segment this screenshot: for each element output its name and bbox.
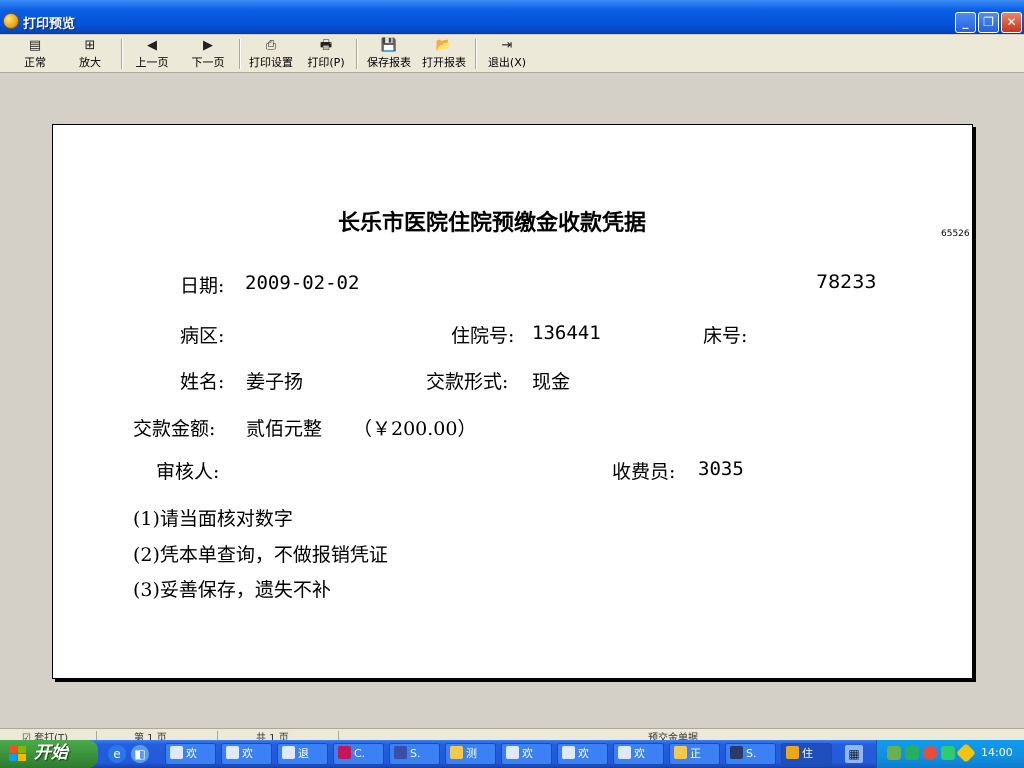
report-name: 预交金单据	[648, 733, 698, 740]
taskbar-item[interactable]: 欢	[613, 743, 664, 765]
pay-method-value: 现金	[532, 371, 571, 393]
status-divider	[338, 731, 339, 740]
exit-door-icon: ⇥	[501, 38, 513, 53]
network-icon[interactable]	[887, 746, 901, 760]
taskbar-item[interactable]: 欢	[221, 743, 272, 765]
reviewer-label: 审核人:	[156, 461, 220, 483]
update-icon[interactable]	[941, 746, 955, 760]
prev-page-button[interactable]: ◀ 上一页	[133, 38, 171, 70]
bed-label: 床号:	[703, 325, 748, 347]
taskbar-item[interactable]: C.	[333, 743, 384, 765]
window-icon	[282, 746, 295, 759]
security-icon[interactable]	[923, 746, 937, 760]
status-divider	[217, 731, 218, 740]
name-label: 姓名:	[180, 371, 225, 393]
date-value: 2009-02-02	[245, 272, 360, 294]
current-page-indicator: 第 1 页	[134, 733, 167, 740]
cashier-label: 收费员:	[612, 461, 676, 483]
serial-number: 78233	[816, 271, 877, 293]
window-title: 打印预览	[23, 17, 76, 32]
close-button[interactable]: ✕	[1001, 12, 1022, 33]
name-value: 姜子扬	[246, 371, 304, 393]
receipt-page: 长乐市医院住院预缴金收款凭据 65526 日期: 2009-02-02 7823…	[52, 124, 973, 679]
system-tray: 14:00	[876, 740, 1024, 768]
printer-icon: 🖶	[319, 38, 333, 53]
desktop-icon[interactable]: ◧	[131, 745, 149, 763]
app-icon	[338, 746, 351, 759]
toolbar-separator	[475, 39, 477, 69]
receipt-corner-number: 65526	[941, 229, 970, 239]
overprint-checkbox[interactable]: ☑ 套打(T)	[22, 729, 68, 740]
arrow-left-icon: ◀	[147, 38, 157, 53]
note-line: (3)妥善保存，遗失不补	[133, 579, 331, 601]
admission-value: 136441	[532, 322, 601, 344]
app-icon	[730, 746, 743, 759]
taskbar-item[interactable]: 正	[669, 743, 720, 765]
status-bar: ☑ 套打(T) 第 1 页 共 1 页 预交金单据	[0, 728, 1024, 740]
clock[interactable]: 14:00	[981, 746, 1013, 759]
open-report-button[interactable]: 📂 打开报表	[419, 38, 469, 70]
ward-label: 病区:	[180, 325, 225, 347]
toolbar: ▤ 正常 ⊞ 放大 ◀ 上一页 ▶ 下一页 ⎙ 打印设置 🖶 打印(P) 💾 保…	[0, 35, 1024, 73]
window-icon	[226, 746, 239, 759]
zoom-icon: ⊞	[84, 38, 96, 53]
print-setup-button[interactable]: ⎙ 打印设置	[246, 38, 296, 70]
zoom-button[interactable]: ⊞ 放大	[75, 38, 105, 70]
disk-icon: 💾	[380, 38, 398, 53]
print-setup-icon: ⎙	[265, 38, 277, 53]
taskbar-item[interactable]: 欢	[501, 743, 552, 765]
window-icon	[506, 746, 519, 759]
total-pages-indicator: 共 1 页	[256, 733, 289, 740]
folder-icon	[674, 746, 687, 759]
page-icon: ▤	[28, 38, 42, 53]
note-line: (1)请当面核对数字	[133, 508, 293, 530]
calculator-icon[interactable]: ▦	[845, 745, 863, 763]
folder-open-icon: 📂	[435, 38, 453, 53]
taskbar-item[interactable]: S.	[389, 743, 440, 765]
taskbar: 开始 e ◧ 欢 欢 退 C. S. 测 欢 欢 欢 正 S. 住 ▦ 14:0…	[0, 740, 1024, 768]
normal-view-button[interactable]: ▤ 正常	[20, 38, 50, 70]
toolbar-separator	[239, 39, 241, 69]
windows-logo-icon	[9, 746, 27, 762]
save-report-button[interactable]: 💾 保存报表	[364, 38, 414, 70]
taskbar-item[interactable]: 测	[445, 743, 496, 765]
input-method-icon[interactable]	[905, 746, 919, 760]
preview-workspace: 长乐市医院住院预缴金收款凭据 65526 日期: 2009-02-02 7823…	[0, 74, 1024, 728]
amount-label: 交款金额:	[133, 418, 216, 440]
date-label: 日期:	[180, 275, 225, 297]
window-icon	[170, 746, 183, 759]
amount-number: （￥200.00）	[353, 418, 477, 440]
toolbar-separator	[121, 39, 123, 69]
app-icon	[394, 746, 407, 759]
taskbar-item[interactable]: 欢	[165, 743, 216, 765]
taskbar-item-active[interactable]: 住	[781, 743, 832, 765]
pay-method-label: 交款形式:	[426, 371, 509, 393]
amount-words: 贰佰元整	[246, 418, 323, 440]
print-button[interactable]: 🖶 打印(P)	[304, 38, 348, 70]
title-bar: 打印预览 _ ❐ ✕	[0, 0, 1024, 34]
ie-icon[interactable]: e	[108, 745, 126, 763]
toolbar-separator	[356, 39, 358, 69]
cashier-value: 3035	[698, 458, 744, 480]
tool-icon[interactable]	[956, 743, 976, 763]
arrow-right-icon: ▶	[203, 38, 213, 53]
note-line: (2)凭本单查询，不做报销凭证	[133, 544, 388, 566]
exit-button[interactable]: ⇥ 退出(X)	[485, 38, 529, 70]
app-icon	[786, 746, 799, 759]
start-button[interactable]: 开始	[0, 740, 98, 768]
window-icon	[562, 746, 575, 759]
window-icon	[618, 746, 631, 759]
folder-icon	[450, 746, 463, 759]
restore-button[interactable]: ❐	[978, 12, 999, 33]
admission-label: 住院号:	[451, 325, 515, 347]
taskbar-item[interactable]: 退	[277, 743, 328, 765]
next-page-button[interactable]: ▶ 下一页	[189, 38, 227, 70]
minimize-button[interactable]: _	[955, 12, 976, 33]
taskbar-item[interactable]: 欢	[557, 743, 608, 765]
taskbar-item[interactable]: S.	[725, 743, 776, 765]
app-icon	[3, 13, 19, 29]
receipt-title: 长乐市医院住院预缴金收款凭据	[338, 210, 647, 236]
status-divider	[96, 731, 97, 740]
